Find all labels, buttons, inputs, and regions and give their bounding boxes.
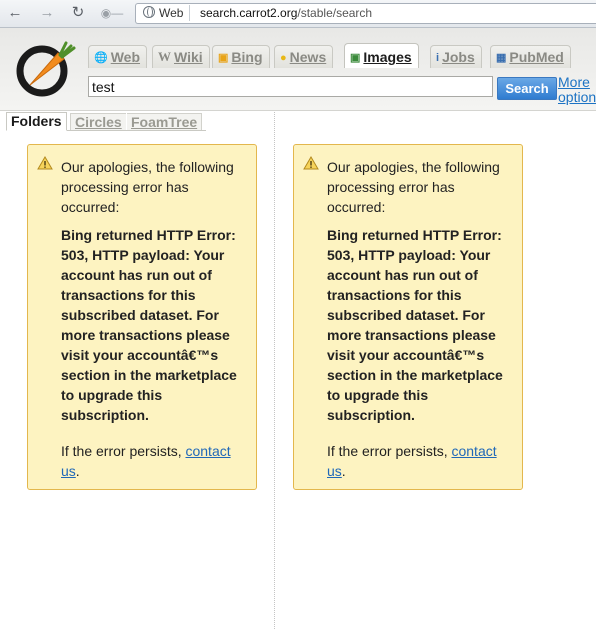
news-icon: ● xyxy=(280,52,287,64)
tab-jobs[interactable]: i Jobs xyxy=(430,45,482,68)
bing-icon: ▣ xyxy=(218,52,229,64)
tab-news[interactable]: ● News xyxy=(274,45,334,68)
reload-icon[interactable]: ↻ xyxy=(68,4,88,22)
warning-icon xyxy=(37,156,53,170)
site-chip-label: Web xyxy=(159,6,184,20)
tab-pubmed[interactable]: ▦ PubMed xyxy=(490,45,571,68)
wikipedia-icon: W xyxy=(158,49,171,64)
error-intro: Our apologies, the following processing … xyxy=(327,159,500,215)
error-detail: Bing returned HTTP Error: 503, HTTP payl… xyxy=(327,227,503,423)
results-error-box: Our apologies, the following processing … xyxy=(293,144,523,490)
tab-circles[interactable]: Circles xyxy=(70,113,126,130)
browser-toolbar: ← → ↻ ◉— Web search.carrot2.org/stable/s… xyxy=(0,0,596,28)
images-icon: ▣ xyxy=(350,52,361,64)
address-bar[interactable]: Web search.carrot2.org/stable/search xyxy=(135,3,596,24)
url-path: /stable/search xyxy=(297,6,373,20)
tab-foamtree[interactable]: FoamTree xyxy=(127,113,203,130)
key-icon[interactable]: ◉— xyxy=(100,4,124,22)
clusters-error-box: Our apologies, the following processing … xyxy=(27,144,257,490)
url-host: search.carrot2.org xyxy=(200,6,298,20)
tab-wiki[interactable]: W Wiki xyxy=(152,45,210,68)
tab-folders[interactable]: Folders xyxy=(6,112,67,131)
tab-images[interactable]: ▣ Images xyxy=(344,43,419,68)
warning-icon xyxy=(303,156,319,170)
search-input[interactable] xyxy=(88,76,493,97)
globe-icon: 🌐 xyxy=(94,52,108,64)
panel-divider[interactable] xyxy=(274,112,275,629)
globe-icon xyxy=(143,6,155,18)
more-options-link[interactable]: More options xyxy=(558,75,596,105)
tab-web[interactable]: 🌐 Web xyxy=(88,45,148,68)
app-header: 🌐 Web W Wiki ▣ Bing ● News ▣ Images i Jobs ▦ Pu… xyxy=(0,28,596,111)
back-arrow-icon[interactable]: ← xyxy=(5,4,25,22)
pubmed-icon: ▦ xyxy=(496,52,507,64)
error-detail: Bing returned HTTP Error: 503, HTTP payl… xyxy=(61,227,237,423)
jobs-icon: i xyxy=(436,52,440,64)
error-intro: Our apologies, the following processing … xyxy=(61,159,234,215)
forward-arrow-icon[interactable]: → xyxy=(37,4,57,22)
carrot2-logo[interactable] xyxy=(14,38,76,100)
view-tabs: Folders Circles FoamTree xyxy=(6,112,206,131)
search-button[interactable]: Search xyxy=(497,77,557,100)
site-identity-chip[interactable]: Web xyxy=(139,5,191,21)
url-text[interactable]: search.carrot2.org/stable/search xyxy=(200,5,372,21)
error-footer: If the error persists, contact us. xyxy=(61,443,231,479)
tab-bing[interactable]: ▣ Bing xyxy=(212,45,270,68)
source-tabs: 🌐 Web W Wiki ▣ Bing ● News ▣ Images i Jobs ▦ Pu… xyxy=(88,43,596,69)
error-footer: If the error persists, contact us. xyxy=(327,443,497,479)
